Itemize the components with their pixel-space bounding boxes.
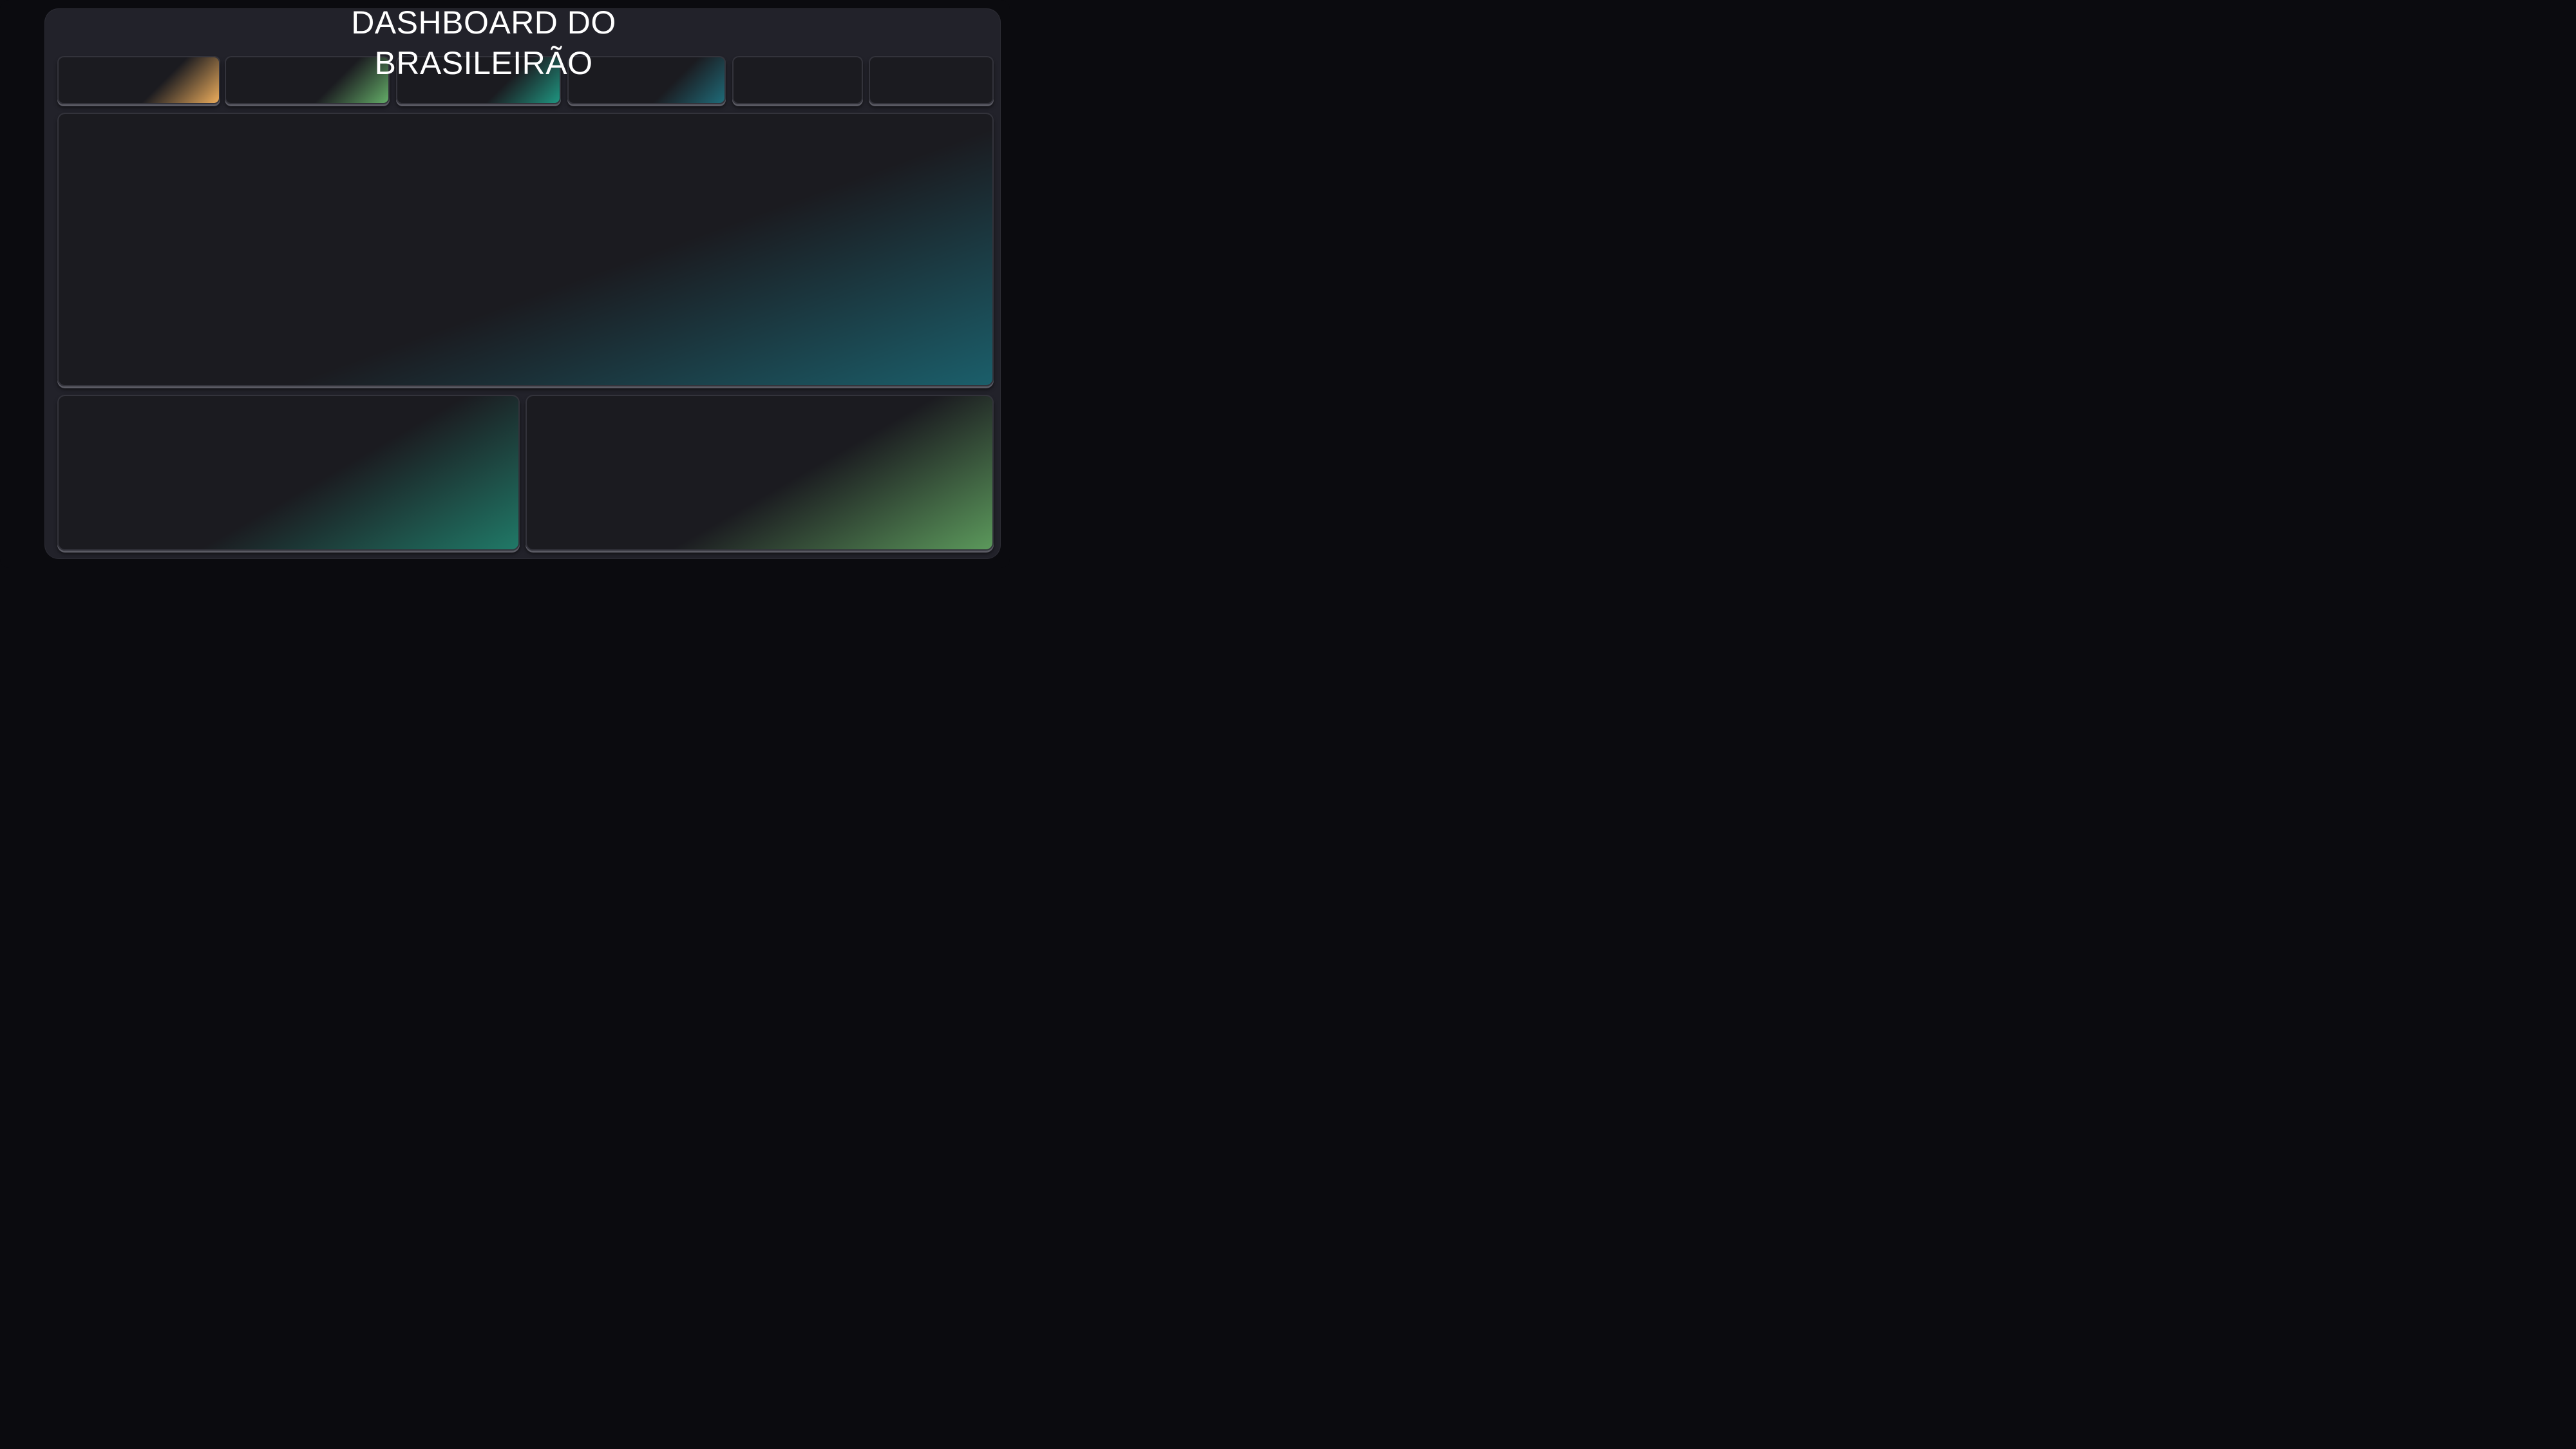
kpi-card-3[interactable] <box>396 56 561 104</box>
kpi-card-5[interactable] <box>732 56 863 104</box>
app-window: DASHBOARD DO BRASILEIRÃO <box>0 0 1010 568</box>
bottom-right-card[interactable] <box>526 395 994 551</box>
kpi-card-6[interactable] <box>869 56 994 104</box>
bottom-left-card[interactable] <box>57 395 520 551</box>
kpi-card-1[interactable] <box>57 56 220 104</box>
main-chart-card[interactable] <box>57 113 994 386</box>
kpi-card-4[interactable] <box>567 56 726 104</box>
kpi-card-2[interactable] <box>225 56 390 104</box>
